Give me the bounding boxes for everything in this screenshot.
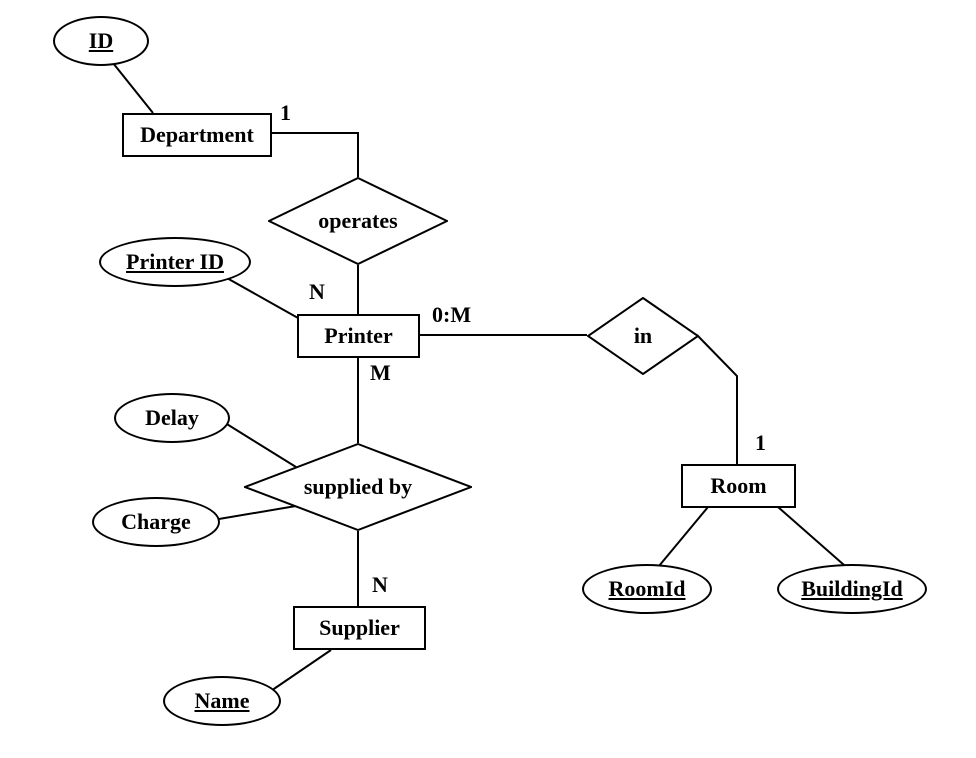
entity-department-label: Department xyxy=(140,122,254,148)
entity-room: Room xyxy=(681,464,796,508)
attribute-id-label: ID xyxy=(89,28,113,54)
attribute-id: ID xyxy=(53,16,149,66)
cardinality-department-operates: 1 xyxy=(280,100,291,126)
entity-department: Department xyxy=(122,113,272,157)
entity-supplier-label: Supplier xyxy=(319,615,400,641)
attribute-room-id: RoomId xyxy=(582,564,712,614)
attribute-building-id: BuildingId xyxy=(777,564,927,614)
entity-printer: Printer xyxy=(297,314,420,358)
attribute-delay-label: Delay xyxy=(145,405,199,431)
cardinality-supplied-supplier: N xyxy=(372,572,388,598)
attribute-printer-id: Printer ID xyxy=(99,237,251,287)
attribute-name-label: Name xyxy=(195,688,250,714)
entity-room-label: Room xyxy=(710,473,766,499)
relationship-in: in xyxy=(587,297,699,375)
cardinality-printer-in: 0:M xyxy=(432,302,471,328)
cardinality-in-room: 1 xyxy=(755,430,766,456)
attribute-charge: Charge xyxy=(92,497,220,547)
relationship-operates: operates xyxy=(268,177,448,265)
entity-printer-label: Printer xyxy=(324,323,392,349)
attribute-building-id-label: BuildingId xyxy=(801,576,903,602)
attribute-charge-label: Charge xyxy=(121,509,191,535)
attribute-room-id-label: RoomId xyxy=(608,576,685,602)
cardinality-printer-supplied: M xyxy=(370,360,391,386)
relationship-supplied-by: supplied by xyxy=(244,443,472,531)
cardinality-operates-printer: N xyxy=(309,279,325,305)
attribute-printer-id-label: Printer ID xyxy=(126,249,224,275)
er-diagram: ID Department 1 operates N Printer ID Pr… xyxy=(0,0,976,758)
attribute-delay: Delay xyxy=(114,393,230,443)
attribute-name: Name xyxy=(163,676,281,726)
entity-supplier: Supplier xyxy=(293,606,426,650)
